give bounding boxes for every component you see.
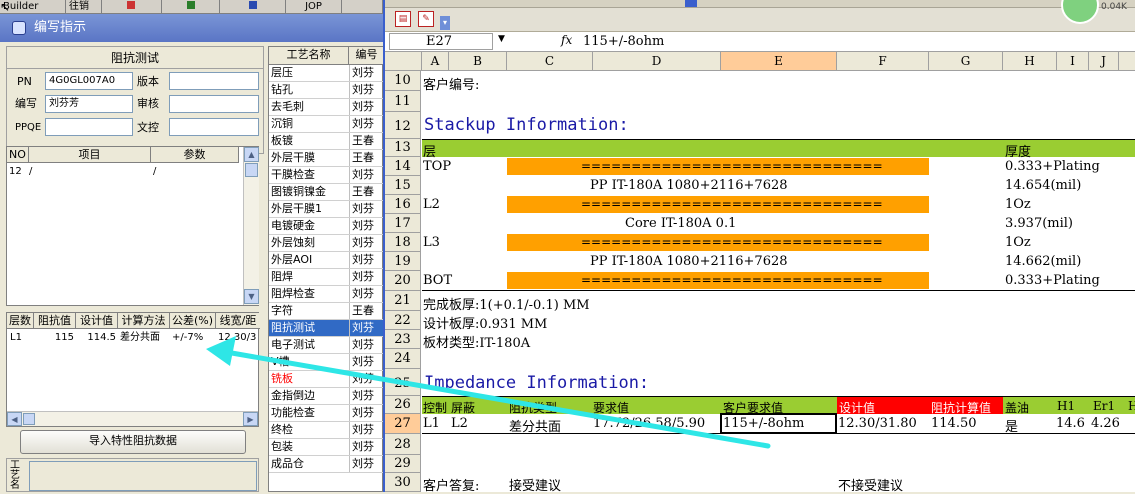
arrow-shaft — [223, 349, 771, 449]
annotation-arrow — [206, 336, 771, 449]
arrow-head-icon — [206, 336, 236, 366]
